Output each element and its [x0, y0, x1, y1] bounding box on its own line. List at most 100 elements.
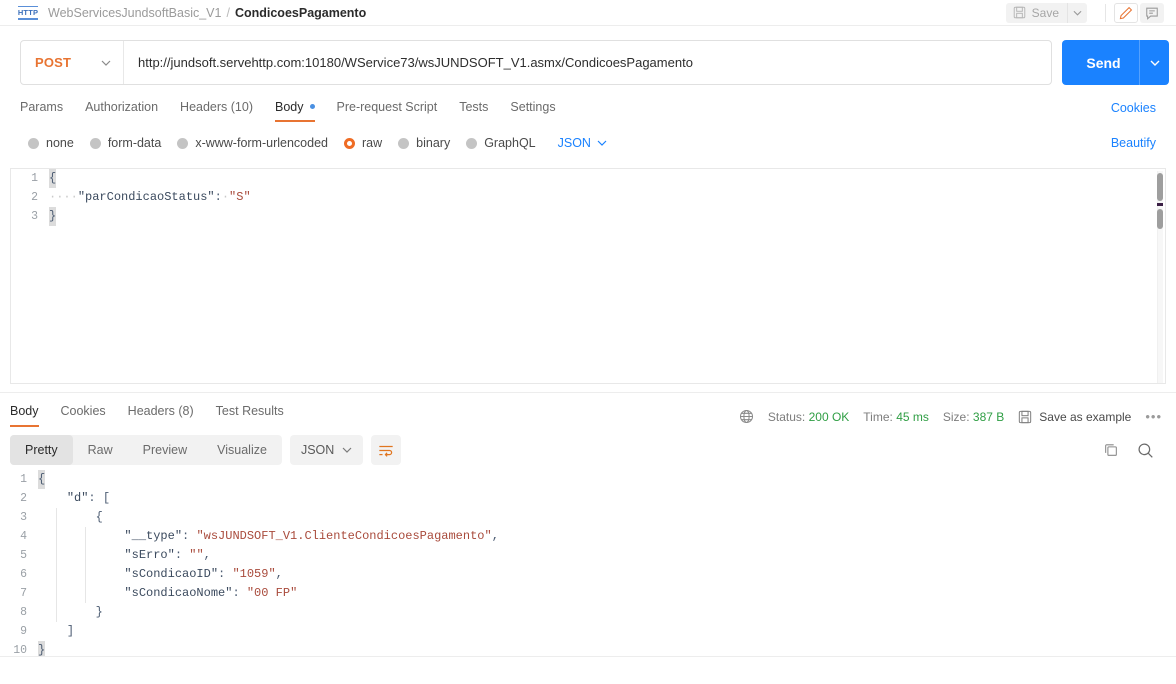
- body-type-x-www-form-urlencoded[interactable]: x-www-form-urlencoded: [177, 136, 328, 150]
- tab-body[interactable]: Body: [275, 93, 315, 122]
- body-type-label: form-data: [107, 136, 162, 150]
- code-text: "d": [: [66, 491, 111, 505]
- tab-label: Test Results: [215, 403, 284, 418]
- code-line[interactable]: 3 {: [0, 508, 1176, 527]
- time-badge: Time: 45 ms: [863, 410, 929, 424]
- tab-label: Tests: [459, 99, 489, 114]
- indent-guide: [85, 546, 87, 565]
- response-body-viewer[interactable]: 1{2 "d": [3 {4 "__type": "wsJUNDSOFT_V1.…: [0, 470, 1176, 656]
- view-mode-pretty[interactable]: Pretty: [10, 435, 73, 465]
- response-meta: Status: 200 OK Time: 45 ms Size: 387 B S…: [739, 409, 1162, 427]
- search-icon[interactable]: [1137, 442, 1154, 459]
- code-line[interactable]: 3}: [11, 207, 1165, 226]
- chevron-down-icon: [597, 140, 607, 146]
- view-mode-visualize[interactable]: Visualize: [202, 435, 282, 465]
- save-label: Save: [1031, 5, 1059, 20]
- tab-label: Body: [275, 99, 304, 114]
- body-type-raw[interactable]: raw: [344, 136, 382, 150]
- postman-window: HTTP WebServicesJundsoftBasic_V1 / Condi…: [0, 0, 1176, 684]
- line-number: 4: [20, 530, 27, 543]
- view-mode-label: Preview: [142, 443, 188, 457]
- request-body-editor[interactable]: 1{2 ····"parCondicaoStatus":·"S" 3}: [10, 168, 1166, 384]
- line-number: 7: [20, 587, 27, 600]
- edit-documentation-button[interactable]: [1114, 2, 1138, 23]
- tab-label: Body: [10, 403, 39, 418]
- view-mode-preview[interactable]: Preview: [128, 435, 202, 465]
- time-label: Time:: [863, 409, 893, 424]
- word-wrap-toggle[interactable]: [371, 435, 402, 465]
- response-tab-cookies[interactable]: Cookies: [61, 397, 106, 427]
- code-line[interactable]: 5 "sErro": "",: [0, 546, 1176, 565]
- status-badge: Status: 200 OK: [768, 410, 849, 424]
- size-badge: Size: 387 B: [943, 410, 1004, 424]
- line-number: 3: [31, 210, 38, 223]
- tab-params[interactable]: Params: [20, 93, 63, 122]
- status-value: 200 OK: [808, 409, 850, 424]
- request-body-code[interactable]: 1{2 ····"parCondicaoStatus":·"S" 3}: [11, 169, 1165, 226]
- breadcrumb-parent[interactable]: WebServicesJundsoftBasic_V1: [48, 6, 221, 20]
- tab-authorization[interactable]: Authorization: [85, 93, 158, 122]
- code-text: }: [95, 605, 103, 619]
- code-line[interactable]: 2 "d": [: [0, 489, 1176, 508]
- tab-pre-request-script[interactable]: Pre-request Script: [337, 93, 438, 122]
- body-format-label: JSON: [557, 136, 591, 150]
- response-splitter[interactable]: [0, 392, 1176, 393]
- topbar-actions: Save: [1005, 0, 1176, 26]
- body-type-none[interactable]: none: [28, 136, 74, 150]
- response-toolbar-actions: [1103, 442, 1154, 459]
- request-url-input[interactable]: [124, 41, 1051, 84]
- request-editor-scrollbar[interactable]: [1157, 171, 1163, 383]
- line-number: 6: [20, 568, 27, 581]
- scrollbar-thumb-secondary[interactable]: [1157, 209, 1163, 229]
- code-line[interactable]: 1{: [11, 169, 1165, 188]
- tab-label: Headers (10): [180, 99, 253, 114]
- response-tab-test-results[interactable]: Test Results: [216, 397, 284, 427]
- indent-guide: [85, 565, 87, 584]
- tab-tests[interactable]: Tests: [459, 93, 488, 122]
- size-value: 387 B: [972, 409, 1005, 424]
- code-line[interactable]: 6 "sCondicaoID": "1059",: [0, 565, 1176, 584]
- response-body-code[interactable]: 1{2 "d": [3 {4 "__type": "wsJUNDSOFT_V1.…: [0, 470, 1176, 656]
- body-format-selector[interactable]: JSON: [558, 136, 607, 150]
- response-format-selector[interactable]: JSON: [289, 435, 364, 465]
- beautify-link[interactable]: Beautify: [1111, 136, 1156, 150]
- response-tab-headers[interactable]: Headers (8): [128, 397, 194, 427]
- body-type-graphql[interactable]: GraphQL: [466, 136, 536, 150]
- line-number: 1: [20, 473, 27, 486]
- send-dropdown-button[interactable]: [1139, 40, 1169, 85]
- scrollbar-marker: [1157, 203, 1163, 206]
- response-view-mode-group: Pretty Raw Preview Visualize: [10, 435, 282, 465]
- radio-icon: [177, 137, 189, 149]
- tab-label: Pre-request Script: [336, 99, 438, 114]
- code-line[interactable]: 9 ]: [0, 622, 1176, 641]
- tab-label: Authorization: [85, 99, 159, 114]
- copy-icon[interactable]: [1103, 442, 1119, 458]
- size-label: Size:: [942, 409, 970, 424]
- tab-settings[interactable]: Settings: [510, 93, 555, 122]
- code-line[interactable]: 8 }: [0, 603, 1176, 622]
- code-line[interactable]: 1{: [0, 470, 1176, 489]
- radio-icon: [89, 137, 101, 149]
- response-tab-body[interactable]: Body: [10, 397, 39, 427]
- more-options-icon[interactable]: •••: [1145, 409, 1162, 424]
- code-text: ····"parCondicaoStatus":·"S": [49, 190, 251, 204]
- view-mode-raw[interactable]: Raw: [73, 435, 128, 465]
- send-button[interactable]: Send: [1062, 40, 1169, 85]
- code-line[interactable]: 4 "__type": "wsJUNDSOFT_V1.ClienteCondic…: [0, 527, 1176, 546]
- body-type-binary[interactable]: binary: [398, 136, 450, 150]
- cookies-link[interactable]: Cookies: [1111, 93, 1156, 122]
- body-type-form-data[interactable]: form-data: [89, 136, 162, 150]
- save-button[interactable]: Save: [1006, 3, 1067, 23]
- save-as-example-button[interactable]: Save as example: [1018, 410, 1131, 424]
- save-dropdown-button[interactable]: [1067, 2, 1087, 23]
- scrollbar-thumb[interactable]: [1157, 173, 1163, 201]
- code-line[interactable]: 10}: [0, 641, 1176, 656]
- comment-icon: [1145, 6, 1159, 20]
- tab-headers[interactable]: Headers (10): [180, 93, 253, 122]
- code-line[interactable]: 2 ····"parCondicaoStatus":·"S": [11, 188, 1165, 207]
- body-type-label: x-www-form-urlencoded: [195, 136, 328, 150]
- http-method-selector[interactable]: POST: [21, 41, 124, 84]
- response-toolbar: Pretty Raw Preview Visualize JSON: [0, 434, 1176, 466]
- code-line[interactable]: 7 "sCondicaoNome": "00 FP": [0, 584, 1176, 603]
- comments-button[interactable]: [1140, 2, 1164, 23]
